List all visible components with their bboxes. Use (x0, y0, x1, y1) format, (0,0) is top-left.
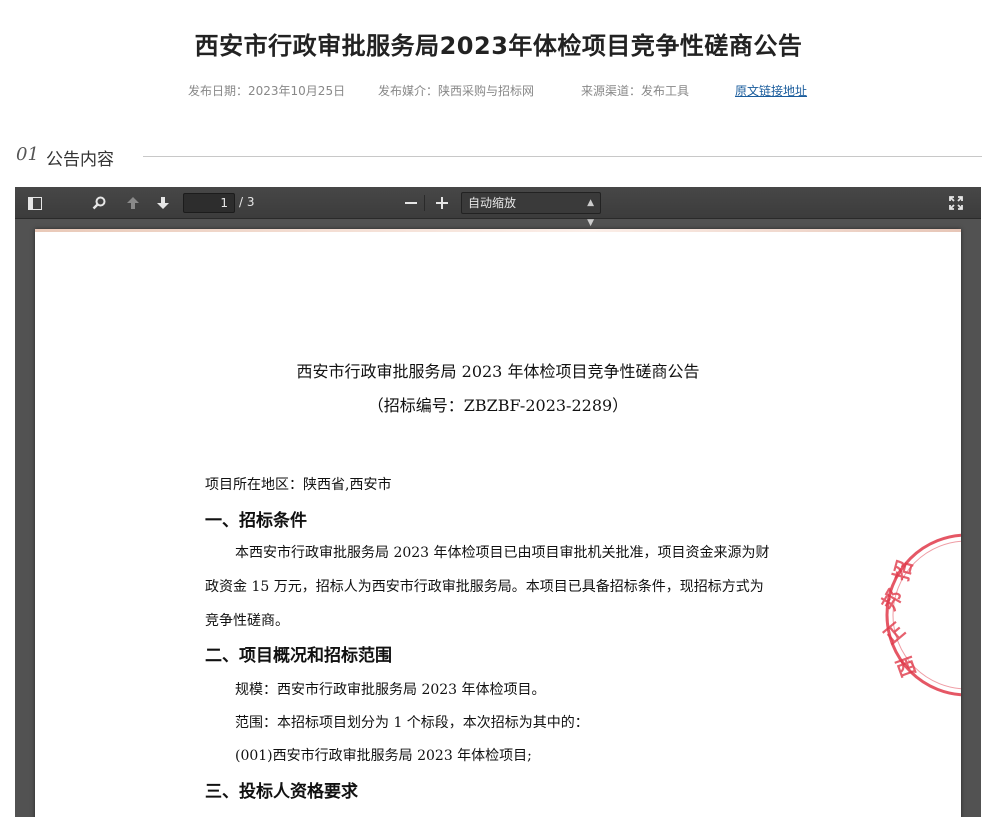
page-total: / 3 (239, 195, 255, 209)
svg-text:邦: 邦 (877, 585, 907, 614)
section-number: 01 (16, 144, 39, 165)
doc-heading-2: 二、项目概况和招标范围 (205, 646, 392, 666)
zoom-select-value: 自动缩放 (468, 196, 517, 210)
minus-icon[interactable] (399, 192, 423, 214)
toolbar-separator (424, 195, 425, 211)
updown-chevron-icon: ▲ ▼ (587, 198, 594, 228)
doc-scope: 范围：本招标项目划分为 1 个标段，本次招标为其中的： (235, 715, 589, 731)
doc-paragraph-line: 本西安市行政审批服务局 2023 年体检项目已由项目审批机关批准，项目资金来源为… (235, 545, 770, 561)
original-link[interactable]: 原文链接地址 (735, 82, 807, 99)
zoom-select[interactable]: 自动缩放 ▲ ▼ (461, 192, 601, 228)
publish-media: 发布媒介：陕西采购与招标网 (378, 84, 535, 98)
doc-location: 项目所在地区：陕西省,西安市 (205, 477, 392, 493)
svg-text:招: 招 (889, 558, 917, 584)
pdf-page: 西安市行政审批服务局 2023 年体检项目竞争性磋商公告 （招标编号：ZBZBF… (35, 229, 961, 817)
sidebar-toggle-icon[interactable] (23, 192, 47, 214)
page-title: 西安市行政审批服务局2023年体检项目竞争性磋商公告 (194, 32, 803, 60)
red-seal-stamp: 西 正 邦 招 (877, 533, 961, 697)
arrow-down-icon[interactable] (151, 192, 175, 214)
plus-icon[interactable] (430, 192, 454, 214)
page-number-input[interactable] (183, 193, 235, 213)
doc-lot: (001)西安市行政审批服务局 2023 年体检项目; (235, 748, 532, 764)
fullscreen-icon[interactable] (944, 192, 968, 214)
arrow-up-icon[interactable] (121, 192, 145, 214)
section-label: 公告内容 (46, 150, 114, 170)
doc-heading-1: 一、招标条件 (205, 511, 307, 531)
section-divider (143, 156, 982, 157)
doc-paragraph-line: 政资金 15 万元，招标人为西安市行政审批服务局。本项目已具备招标条件，现招标方… (205, 579, 764, 595)
doc-title: 西安市行政审批服务局 2023 年体检项目竞争性磋商公告 (296, 362, 700, 381)
doc-paragraph-line: 竞争性磋商。 (205, 613, 289, 629)
pdf-toolbar: / 3 自动缩放 ▲▼ (15, 187, 981, 228)
doc-subtitle: （招标编号：ZBZBF-2023-2289） (367, 396, 629, 415)
meta-row: 发布日期：2023年10月25日 发布媒介：陕西采购与招标网 来源渠道：发布工具… (0, 82, 997, 100)
pdf-viewer[interactable]: / 3 自动缩放 ▲▼ 西安市行政审批服务局 2023 年体检项目竞争性磋商公告… (15, 187, 981, 817)
source-channel: 来源渠道：发布工具 (581, 84, 690, 98)
search-icon[interactable] (87, 192, 111, 214)
svg-text:正: 正 (879, 618, 910, 649)
doc-heading-3: 三、投标人资格要求 (205, 782, 358, 802)
publish-date: 发布日期：2023年10月25日 (188, 84, 346, 98)
doc-scale: 规模：西安市行政审批服务局 2023 年体检项目。 (235, 682, 546, 698)
section-header: 01 公告内容 (16, 144, 982, 170)
